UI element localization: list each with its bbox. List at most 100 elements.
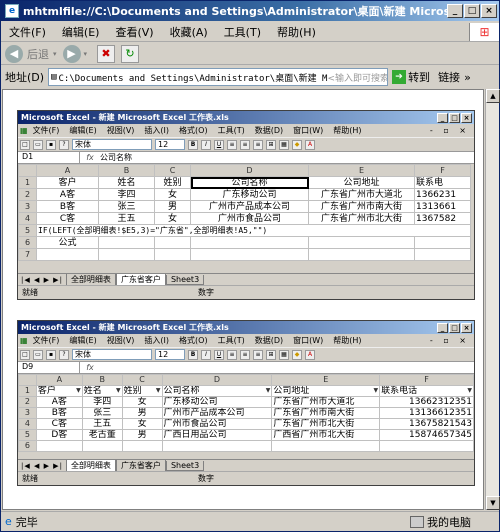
merge-center-icon[interactable]: ⊞	[266, 349, 276, 360]
help-icon[interactable]: ?	[59, 349, 69, 360]
excel-maximize-button[interactable]: □	[449, 112, 460, 123]
row-header[interactable]: 5	[18, 429, 37, 441]
select-all-corner[interactable]	[18, 374, 37, 386]
font-size-select[interactable]: 12	[155, 139, 185, 150]
cell[interactable]: 男	[121, 407, 163, 419]
fill-color-icon[interactable]: ◆	[292, 349, 302, 360]
cell[interactable]: 13662312351	[379, 396, 474, 408]
cell[interactable]: 广西省广州市北大街	[271, 429, 381, 441]
cell[interactable]: 1313661	[414, 200, 471, 213]
row-header[interactable]: 1	[18, 176, 37, 189]
excel-menu-edit[interactable]: 编辑(E)	[64, 335, 101, 346]
filter-header-cell[interactable]: 联系电话 ▼	[379, 385, 474, 397]
row-header[interactable]: 5	[18, 224, 37, 237]
column-header[interactable]: A	[35, 374, 83, 386]
excel-minimize-button[interactable]: _	[437, 322, 448, 333]
row-header[interactable]: 2	[18, 396, 37, 408]
new-icon[interactable]: □	[20, 139, 30, 150]
save-icon[interactable]: ▪	[46, 139, 56, 150]
help-icon[interactable]: ?	[59, 139, 69, 150]
cell[interactable]: 广东省广州市北大街	[308, 212, 415, 225]
column-header[interactable]: D	[190, 164, 309, 177]
cell[interactable]: C客	[36, 212, 99, 225]
cell[interactable]: 姓名	[98, 176, 155, 189]
excel-menu-help[interactable]: 帮助(H)	[328, 335, 366, 346]
filter-header-cell[interactable]: 姓别 ▼	[121, 385, 163, 397]
excel-menu-insert[interactable]: 插入(I)	[139, 125, 174, 136]
name-box[interactable]: D9	[18, 362, 80, 373]
forward-dropdown-icon[interactable]: ▾	[84, 50, 88, 58]
autofilter-arrow-icon[interactable]: ▼	[266, 387, 271, 396]
row-header[interactable]: 3	[18, 200, 37, 213]
row-header[interactable]: 4	[18, 212, 37, 225]
cell[interactable]	[161, 440, 273, 452]
cell[interactable]: 广州市产品成本公司	[161, 407, 273, 419]
cell[interactable]: 男	[154, 200, 191, 213]
cell[interactable]: 1366231	[414, 188, 471, 201]
excel-menu-format[interactable]: 格式(O)	[174, 335, 213, 346]
cell[interactable]: D客	[35, 429, 83, 441]
cell[interactable]: 女	[121, 418, 163, 430]
cell[interactable]: 王五	[81, 418, 123, 430]
cell[interactable]: 广东移动公司	[190, 188, 309, 201]
excel-close-button[interactable]: ×	[461, 112, 472, 123]
cell[interactable]	[379, 440, 474, 452]
excel-menu-edit[interactable]: 编辑(E)	[64, 125, 101, 136]
row-header[interactable]: 1	[18, 385, 37, 397]
cell[interactable]: 广东移动公司	[161, 396, 273, 408]
forward-arrow-icon[interactable]: ▶	[62, 44, 81, 63]
vertical-scrollbar[interactable]: ▲ ▼	[485, 89, 500, 510]
cell[interactable]: 女	[121, 396, 163, 408]
excel-menu-file[interactable]: 文件(F)	[28, 335, 65, 346]
cell[interactable]: 姓别	[154, 176, 191, 189]
maximize-button[interactable]: □	[464, 4, 480, 18]
name-box[interactable]: D1	[18, 152, 80, 163]
sheet-tab-guangdong[interactable]: 广东省客户	[115, 273, 166, 286]
column-header[interactable]: B	[98, 164, 155, 177]
cell[interactable]: 联系电	[414, 176, 471, 189]
align-right-icon[interactable]: ≡	[253, 139, 263, 150]
close-button[interactable]: ×	[481, 4, 497, 18]
excel-menu-tools[interactable]: 工具(T)	[213, 335, 250, 346]
excel-menu-file[interactable]: 文件(F)	[28, 125, 65, 136]
font-color-icon[interactable]: A	[305, 349, 315, 360]
bold-icon[interactable]: B	[188, 139, 198, 150]
excel-doc-window-controls[interactable]: - ▫ ×	[430, 336, 474, 345]
cell[interactable]: 李四	[81, 396, 123, 408]
column-header[interactable]: F	[379, 374, 474, 386]
selected-cell[interactable]: 公司名称	[190, 176, 309, 189]
cell[interactable]: 客户	[36, 176, 99, 189]
formula-input[interactable]: 公司名称	[100, 152, 132, 163]
cell[interactable]	[154, 236, 191, 249]
sheet-tab-guangdong[interactable]: 广东省客户	[115, 459, 166, 472]
tab-nav-arrows-icon[interactable]: |◀ ◀ ▶ ▶|	[18, 276, 66, 284]
menu-tools[interactable]: 工具(T)	[216, 24, 269, 40]
column-header[interactable]: E	[308, 164, 415, 177]
cell[interactable]: 13675821543	[379, 418, 474, 430]
cell[interactable]	[271, 440, 381, 452]
cell[interactable]: 王五	[98, 212, 155, 225]
back-button-label[interactable]: 后退	[27, 46, 49, 62]
excel-close-button[interactable]: ×	[461, 322, 472, 333]
excel-doc-window-controls[interactable]: - ▫ ×	[430, 126, 474, 135]
scroll-up-icon[interactable]: ▲	[486, 89, 500, 103]
cell[interactable]: 广东省广州市北大街	[271, 418, 381, 430]
align-right-icon[interactable]: ≡	[253, 349, 263, 360]
filter-header-cell[interactable]: 公司名称 ▼	[161, 385, 273, 397]
cell[interactable]	[81, 440, 123, 452]
align-center-icon[interactable]: ≡	[240, 139, 250, 150]
minimize-button[interactable]: _	[447, 4, 463, 18]
excel-menu-data[interactable]: 数据(D)	[250, 335, 288, 346]
stop-icon[interactable]: ✖	[97, 44, 116, 63]
cell[interactable]	[121, 440, 163, 452]
filter-header-cell[interactable]: 姓名 ▼	[81, 385, 123, 397]
cell[interactable]: 广州市产品成本公司	[190, 200, 309, 213]
menu-edit[interactable]: 编辑(E)	[54, 24, 108, 40]
cell[interactable]: 广东省广州市南大街	[271, 407, 381, 419]
autofilter-arrow-icon[interactable]: ▼	[116, 387, 121, 396]
cell[interactable]: B客	[35, 407, 83, 419]
save-icon[interactable]: ▪	[46, 349, 56, 360]
excel-menu-insert[interactable]: 插入(I)	[139, 335, 174, 346]
autofilter-arrow-icon[interactable]: ▼	[374, 387, 379, 396]
address-input[interactable]: ▤ C:\Documents and Settings\Administrato…	[48, 68, 389, 86]
